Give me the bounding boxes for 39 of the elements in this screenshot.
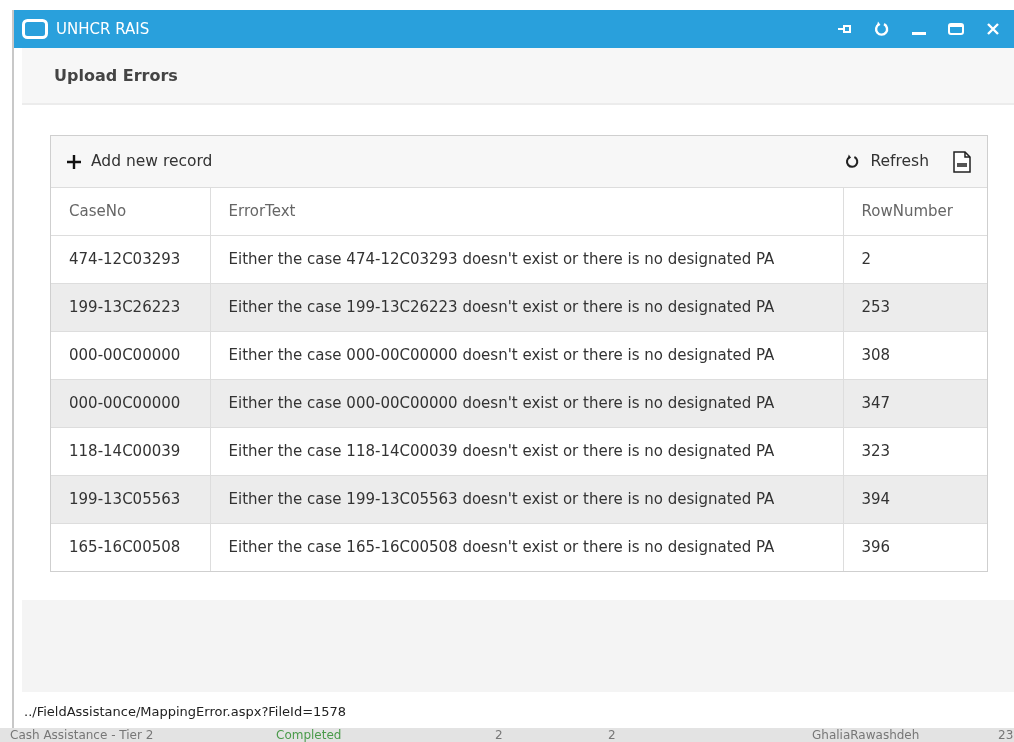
table-cell: 000-00C00000: [51, 379, 210, 427]
status-url: ../FieldAssistance/MappingError.aspx?FileId=1578: [24, 704, 347, 719]
background-cell: 23: [998, 728, 1014, 742]
window-icon: [22, 19, 48, 39]
refresh-icon: [845, 154, 861, 169]
table-cell: 474-12C03293: [51, 235, 210, 283]
background-cell: Cash Assistance - Tier 2: [10, 728, 154, 742]
column-header[interactable]: RowNumber: [843, 188, 987, 235]
table-cell: 199-13C05563: [51, 475, 210, 523]
refresh-button[interactable]: Refresh: [845, 149, 929, 174]
table-cell: Either the case 000-00C00000 doesn't exist or there is no designated PA: [210, 379, 843, 427]
background-cell: Completed: [276, 728, 342, 742]
table-cell: 396: [843, 523, 987, 571]
table-cell: 199-13C26223: [51, 283, 210, 331]
background-cell: 2: [495, 728, 503, 742]
table-cell: 323: [843, 427, 987, 475]
table-cell: Either the case 000-00C00000 doesn't exist or there is no designated PA: [210, 331, 843, 379]
table-cell: 347: [843, 379, 987, 427]
table-cell: 253: [843, 283, 987, 331]
background-cell: 2: [608, 728, 616, 742]
table-cell: 118-14C00039: [51, 427, 210, 475]
column-header[interactable]: CaseNo: [51, 188, 210, 235]
add-record-button[interactable]: Add new record: [67, 149, 213, 174]
table-cell: 394: [843, 475, 987, 523]
csv-file-icon[interactable]: [953, 150, 971, 173]
table-cell: 000-00C00000: [51, 331, 210, 379]
table-cell: 2: [843, 235, 987, 283]
window-title: UNHCR RAIS: [56, 18, 151, 40]
table-cell: Either the case 474-12C03293 doesn't exist or there is no designated PA: [210, 235, 843, 283]
table-cell: 308: [843, 331, 987, 379]
table-cell: 165-16C00508: [51, 523, 210, 571]
table-cell: Either the case 165-16C00508 doesn't exist or there is no designated PA: [210, 523, 843, 571]
page-title: Upload Errors: [54, 64, 178, 87]
plus-icon: [67, 154, 81, 169]
column-header[interactable]: ErrorText: [210, 188, 843, 235]
table-cell: Either the case 199-13C26223 doesn't exist or there is no designated PA: [210, 283, 843, 331]
background-cell: GhaliaRawashdeh: [812, 728, 920, 742]
table-cell: Either the case 199-13C05563 doesn't exist or there is no designated PA: [210, 475, 843, 523]
table-cell: Either the case 118-14C00039 doesn't exist or there is no designated PA: [210, 427, 843, 475]
